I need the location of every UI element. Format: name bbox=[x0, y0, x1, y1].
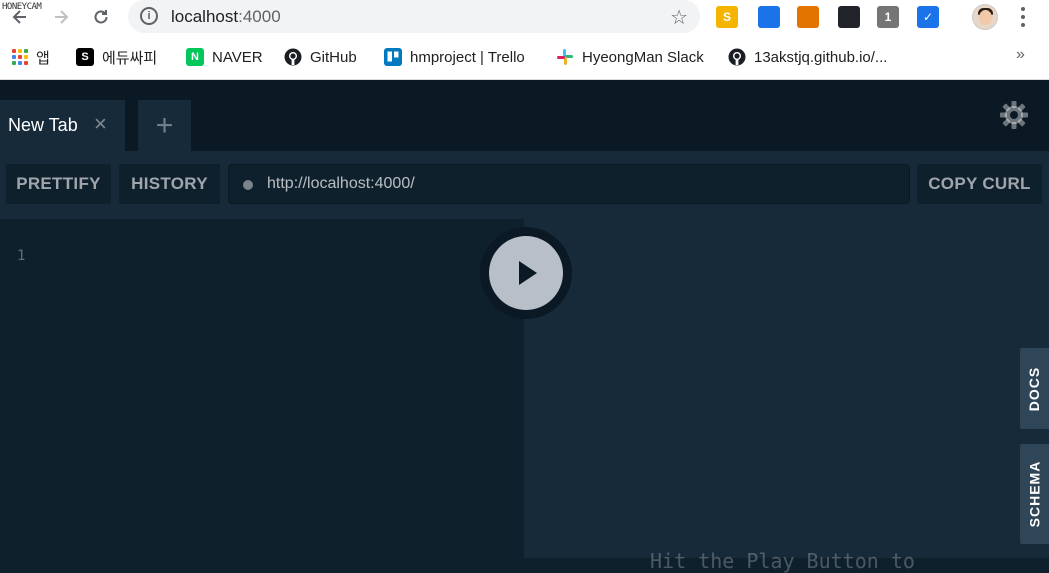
trello-icon bbox=[384, 48, 402, 66]
github-icon bbox=[728, 48, 746, 66]
edussafy-icon: S bbox=[76, 48, 94, 66]
add-tab-icon[interactable]: + bbox=[138, 100, 191, 151]
result-pane: Hit the Play Button to bbox=[524, 219, 1049, 573]
ruler-extension-icon[interactable] bbox=[797, 6, 819, 28]
counter-extension-icon[interactable]: 1 bbox=[877, 6, 899, 28]
bookmark-label: hmproject | Trello bbox=[410, 48, 525, 66]
bookmark-star-icon[interactable]: ☆ bbox=[670, 5, 688, 30]
tab-new-tab[interactable]: New Tab × bbox=[0, 100, 125, 151]
browser-chrome: HONEYCAM i localhost:4000 ☆ S 1 ✓ 앱 S 에듀싸피 bbox=[0, 0, 1049, 80]
docs-tab-label: DOCS bbox=[1026, 366, 1043, 411]
reload-icon[interactable] bbox=[88, 4, 114, 30]
bookmark-naver[interactable]: N NAVER bbox=[186, 44, 263, 70]
bookmark-github[interactable]: GitHub bbox=[284, 44, 357, 70]
profile-avatar[interactable] bbox=[972, 4, 998, 30]
docs-tab[interactable]: DOCS bbox=[1020, 348, 1049, 429]
history-button[interactable]: HISTORY bbox=[119, 164, 220, 204]
play-icon bbox=[489, 236, 563, 310]
browser-menu-icon[interactable] bbox=[1016, 5, 1030, 29]
line-number: 1 bbox=[17, 248, 26, 264]
bookmark-label: 에듀싸피 bbox=[102, 49, 158, 67]
github-icon bbox=[284, 48, 302, 66]
more-bookmarks-icon[interactable]: » bbox=[1016, 46, 1025, 64]
checklist-extension-icon[interactable]: ✓ bbox=[917, 6, 939, 28]
editor-toolbar: PRETTIFY HISTORY http://localhost:4000/ … bbox=[0, 151, 1049, 219]
address-bar[interactable]: i localhost:4000 ☆ bbox=[128, 0, 700, 33]
naver-icon: N bbox=[186, 48, 204, 66]
schema-tab[interactable]: SCHEMA bbox=[1020, 444, 1049, 544]
address-url[interactable]: localhost:4000 bbox=[171, 7, 281, 27]
bookmark-github-io[interactable]: 13akstjq.github.io/... bbox=[728, 44, 887, 70]
sheets-extension-icon[interactable]: S bbox=[716, 6, 738, 28]
bookmark-apps[interactable]: 앱 bbox=[12, 44, 50, 70]
close-tab-icon[interactable]: × bbox=[94, 113, 107, 135]
eyedropper-extension-icon[interactable] bbox=[758, 6, 780, 28]
prettify-button[interactable]: PRETTIFY bbox=[6, 164, 111, 204]
settings-gear-icon[interactable] bbox=[999, 100, 1029, 130]
back-icon[interactable] bbox=[7, 4, 33, 30]
tab-bar: New Tab × + bbox=[0, 80, 1049, 151]
graphql-playground: New Tab × + PRETTIFY HISTORY http://loca… bbox=[0, 80, 1049, 573]
bookmark-label: HyeongMan Slack bbox=[582, 48, 704, 66]
query-editor[interactable]: 1 bbox=[0, 219, 524, 558]
url-host: localhost bbox=[171, 7, 239, 26]
execute-query-button[interactable] bbox=[480, 227, 572, 319]
bookmark-label: 앱 bbox=[36, 49, 50, 67]
forward-icon[interactable] bbox=[48, 4, 74, 30]
schema-tab-label: SCHEMA bbox=[1026, 460, 1043, 528]
result-hint: Hit the Play Button to bbox=[650, 549, 915, 573]
react-devtools-icon[interactable] bbox=[838, 6, 860, 28]
copy-curl-button[interactable]: COPY CURL bbox=[917, 164, 1042, 204]
endpoint-url-input[interactable]: http://localhost:4000/ bbox=[228, 164, 910, 204]
bookmark-label: NAVER bbox=[212, 48, 263, 66]
slack-icon bbox=[556, 48, 574, 66]
url-port: :4000 bbox=[238, 7, 281, 26]
apps-icon bbox=[12, 49, 28, 65]
tab-label: New Tab bbox=[8, 115, 78, 135]
site-info-icon[interactable]: i bbox=[140, 7, 158, 25]
bookmark-trello[interactable]: hmproject | Trello bbox=[384, 44, 525, 70]
bookmark-label: GitHub bbox=[310, 48, 357, 66]
bookmark-label: 13akstjq.github.io/... bbox=[754, 48, 888, 66]
bookmark-edussafy[interactable]: S 에듀싸피 bbox=[76, 44, 157, 70]
connection-status-icon bbox=[243, 180, 253, 190]
bookmarks-bar: 앱 S 에듀싸피 N NAVER GitHub hmproject | Trel… bbox=[0, 44, 1049, 70]
endpoint-url: http://localhost:4000/ bbox=[267, 175, 415, 192]
bookmark-slack[interactable]: HyeongMan Slack bbox=[556, 44, 704, 70]
